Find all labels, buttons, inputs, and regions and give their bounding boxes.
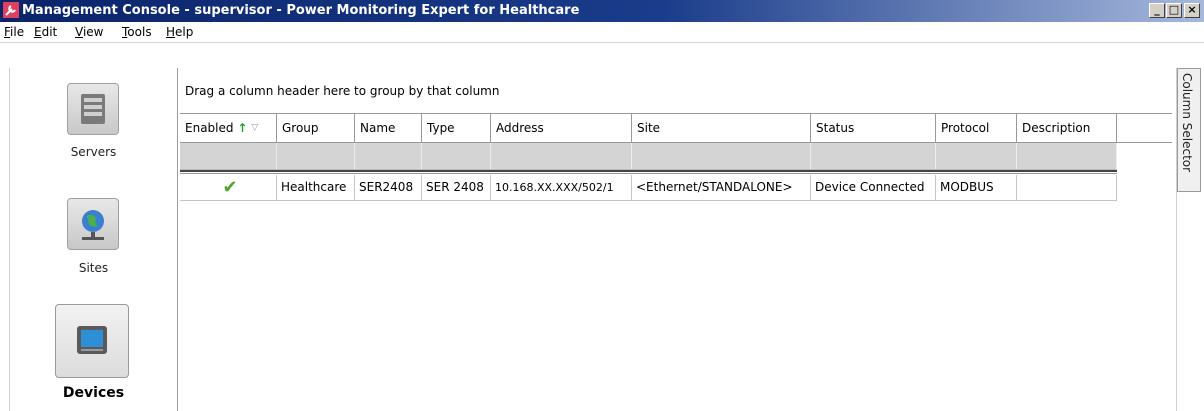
column-selector-panel: Column Selector: [1176, 68, 1204, 411]
title-bar: Management Console - supervisor - Power …: [0, 0, 1204, 22]
filter-icon[interactable]: ▽: [251, 123, 258, 133]
restore-button[interactable]: □: [1166, 3, 1182, 18]
filter-cell-enabled[interactable]: [180, 143, 277, 169]
filter-cell-protocol[interactable]: [936, 143, 1017, 169]
filter-cell-status[interactable]: [811, 143, 936, 169]
column-header-address[interactable]: Address: [491, 114, 632, 142]
menu-file[interactable]: File: [4, 25, 24, 39]
monitor-device-icon: [77, 326, 107, 354]
column-header-enabled[interactable]: Enabled ↑ ▽: [180, 114, 277, 142]
filter-cell-group[interactable]: [277, 143, 355, 169]
group-by-drop-area[interactable]: Drag a column header here to group by th…: [185, 84, 499, 98]
menu-help[interactable]: Help: [166, 25, 193, 39]
fixed-row-separator: [180, 170, 1117, 174]
filter-cell-site[interactable]: [632, 143, 811, 169]
column-header-type[interactable]: Type: [422, 114, 491, 142]
globe-network-icon: [82, 210, 104, 240]
menu-view[interactable]: View: [75, 25, 103, 39]
filter-cell-type[interactable]: [422, 143, 491, 169]
column-header-group[interactable]: Group: [277, 114, 355, 142]
column-selector-tab[interactable]: Column Selector: [1177, 68, 1201, 192]
cell-type[interactable]: SER 2408: [422, 175, 491, 200]
cell-address[interactable]: 10.168.XX.XXX/502/1: [491, 175, 632, 200]
table-row[interactable]: ✔ Healthcare SER2408 SER 2408 10.168.XX.…: [180, 175, 1117, 201]
menu-edit[interactable]: Edit: [34, 25, 57, 39]
nav-label-sites: Sites: [78, 261, 109, 275]
column-header-protocol[interactable]: Protocol: [936, 114, 1017, 142]
nav-item-sites[interactable]: [67, 198, 119, 250]
nav-item-devices[interactable]: [55, 304, 129, 378]
column-header-status[interactable]: Status: [811, 114, 936, 142]
column-header-site[interactable]: Site: [632, 114, 811, 142]
sort-ascending-icon: ↑: [237, 121, 248, 135]
check-icon: ✔: [222, 177, 238, 198]
cell-protocol[interactable]: MODBUS: [936, 175, 1017, 200]
cell-description[interactable]: [1017, 175, 1117, 200]
cell-enabled[interactable]: ✔: [180, 175, 277, 200]
close-button[interactable]: ×: [1184, 3, 1200, 18]
devices-grid: Enabled ↑ ▽ Group Name Type Address Site…: [180, 113, 1172, 201]
servers-icon: [81, 94, 105, 124]
column-header-name[interactable]: Name: [355, 114, 422, 142]
menu-tools[interactable]: Tools: [122, 25, 152, 39]
wrench-icon: [3, 2, 19, 18]
grid-header-row: Enabled ↑ ▽ Group Name Type Address Site…: [180, 113, 1172, 143]
nav-label-servers: Servers: [70, 145, 117, 159]
filter-cell-name[interactable]: [355, 143, 422, 169]
filter-row: [180, 143, 1117, 170]
cell-group[interactable]: Healthcare: [277, 175, 355, 200]
cell-name[interactable]: SER2408: [355, 175, 422, 200]
filter-cell-address[interactable]: [491, 143, 632, 169]
column-selector-label: Column Selector: [1180, 73, 1194, 173]
minimize-button[interactable]: _: [1149, 3, 1165, 18]
filter-cell-description[interactable]: [1017, 143, 1117, 169]
column-header-description[interactable]: Description: [1017, 114, 1117, 142]
cell-status[interactable]: Device Connected: [811, 175, 936, 200]
left-nav: Servers Sites Devices: [9, 68, 178, 411]
nav-item-servers[interactable]: [67, 83, 119, 135]
window-title: Management Console - supervisor - Power …: [22, 3, 580, 18]
cell-site[interactable]: <Ethernet/STANDALONE>: [632, 175, 811, 200]
nav-label-devices: Devices: [62, 385, 125, 401]
menu-bar: File Edit View Tools Help: [0, 22, 1204, 43]
